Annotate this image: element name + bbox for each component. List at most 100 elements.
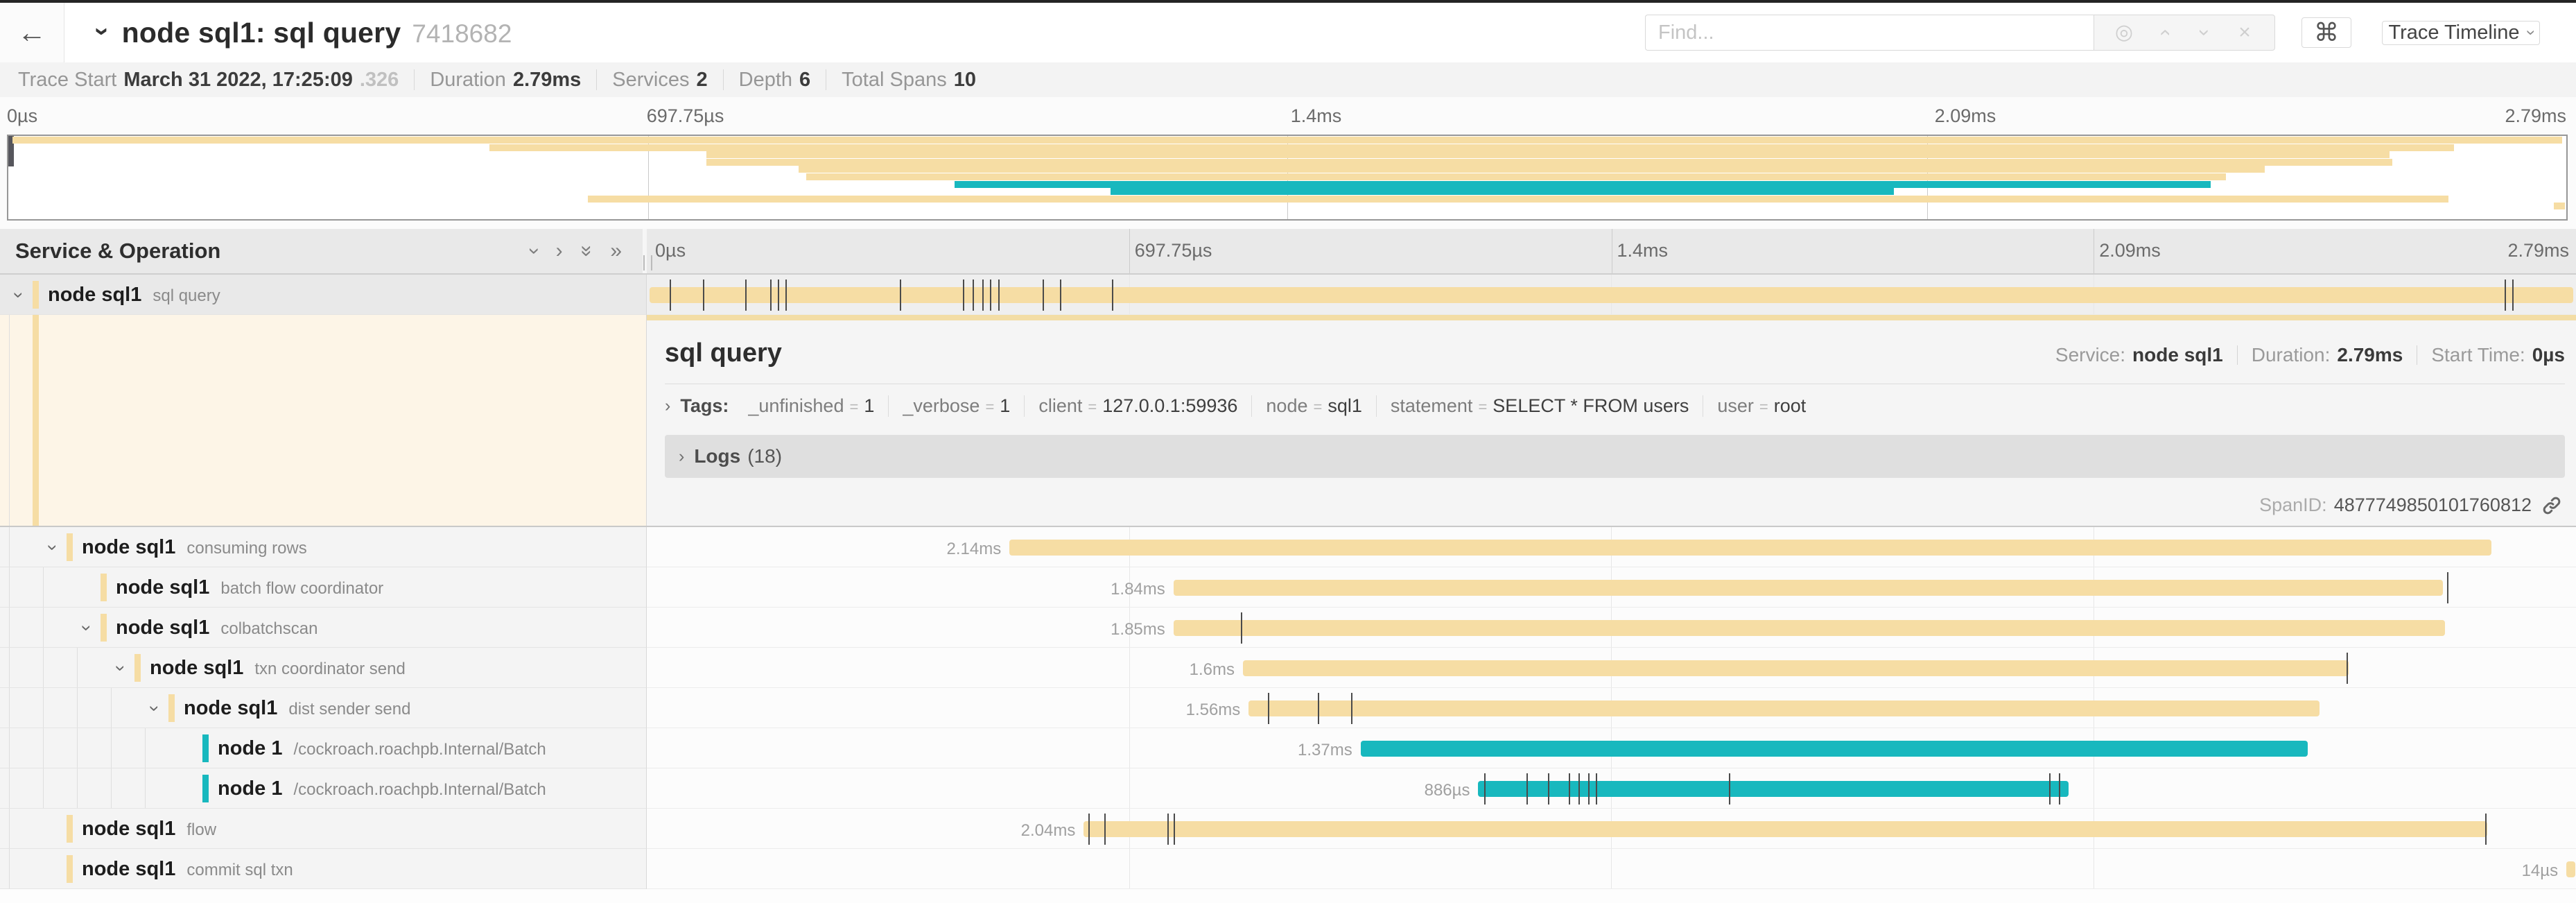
span-log-tick[interactable] (670, 280, 671, 311)
span-name-cell[interactable]: ›node sql1sql query (0, 275, 647, 315)
span-log-tick[interactable] (973, 280, 974, 311)
find-input[interactable] (1645, 15, 2094, 51)
collapse-trace-chevron-icon[interactable]: › (87, 27, 117, 36)
span-duration-label: 2.14ms (947, 540, 1002, 559)
span-log-tick[interactable] (745, 280, 747, 311)
span-timeline-cell[interactable]: 14µs (647, 849, 2576, 889)
span-log-tick[interactable] (1060, 280, 1061, 311)
span-timeline-cell[interactable]: 1.56ms (647, 688, 2576, 728)
span-name-cell[interactable]: ›node sql1colbatchscan (0, 608, 647, 648)
span-log-tick[interactable] (1088, 814, 1090, 845)
tags-expand-chevron-icon[interactable]: › (665, 396, 670, 416)
expand-one-icon[interactable]: › (556, 241, 563, 261)
span-log-tick[interactable] (2512, 280, 2514, 311)
span-duration-bar[interactable] (1478, 781, 2069, 797)
span-expand-chevron-icon[interactable]: › (144, 702, 166, 716)
trace-timeline-dropdown[interactable]: Trace Timeline › (2382, 21, 2540, 45)
logs-expand-chevron-icon[interactable]: › (679, 447, 684, 467)
span-log-tick[interactable] (1043, 280, 1044, 311)
trace-title-group[interactable]: › node sql1: sql query 7418682 (98, 17, 1645, 49)
span-name-cell[interactable]: ›node sql1consuming rows (0, 527, 647, 567)
span-timeline-cell[interactable]: 2.04ms (647, 809, 2576, 849)
span-expand-chevron-icon[interactable]: › (42, 541, 64, 555)
span-log-tick[interactable] (1112, 280, 1113, 311)
span-name-cell[interactable]: ›node sql1dist sender send (0, 688, 647, 728)
span-duration-bar[interactable] (1243, 660, 2349, 676)
minimap-canvas[interactable] (7, 135, 2568, 221)
span-log-tick[interactable] (900, 280, 901, 311)
span-log-tick[interactable] (2049, 773, 2051, 805)
span-log-tick[interactable] (778, 280, 779, 311)
span-timeline-cell[interactable]: 1.37ms (647, 728, 2576, 768)
span-log-tick[interactable] (2505, 280, 2506, 311)
span-timeline-cell[interactable]: 1.85ms (647, 608, 2576, 648)
span-log-tick[interactable] (1351, 693, 1352, 724)
span-log-tick[interactable] (1578, 773, 1580, 805)
back-arrow-icon[interactable]: ← (17, 18, 46, 47)
span-duration-bar[interactable] (1084, 821, 2487, 837)
tag-value: sql1 (1328, 395, 1362, 417)
span-duration-bar[interactable] (1248, 700, 2320, 716)
find-prev-icon[interactable]: › (2154, 12, 2175, 53)
span-duration-bar[interactable] (2566, 861, 2575, 877)
collapse-all-icon[interactable]: » (576, 246, 597, 257)
span-log-tick[interactable] (1241, 612, 1242, 644)
span-name-cell[interactable]: node 1/cockroach.roachpb.Internal/Batch (0, 728, 647, 768)
span-log-tick[interactable] (963, 280, 964, 311)
span-log-tick[interactable] (1548, 773, 1549, 805)
span-timeline-cell[interactable]: 1.6ms (647, 648, 2576, 688)
span-duration-bar[interactable] (1174, 620, 2445, 636)
span-duration-label: 1.6ms (1190, 660, 1235, 680)
span-log-tick[interactable] (1484, 773, 1486, 805)
span-log-tick[interactable] (1729, 773, 1730, 805)
span-log-tick[interactable] (1167, 814, 1169, 845)
span-log-tick[interactable] (1318, 693, 1319, 724)
span-timeline-cell[interactable]: 1.84ms (647, 567, 2576, 608)
span-log-tick[interactable] (1526, 773, 1528, 805)
span-duration-bar[interactable] (650, 287, 2573, 303)
span-name-cell[interactable]: node sql1commit sql txn (0, 849, 647, 889)
span-timeline-cell[interactable] (647, 275, 2576, 315)
span-timeline-cell[interactable]: 2.14ms (647, 527, 2576, 567)
span-name-cell[interactable]: node sql1batch flow coordinator (0, 567, 647, 608)
span-name-cell[interactable]: ›node sql1txn coordinator send (0, 648, 647, 688)
copy-link-icon[interactable] (2541, 495, 2562, 516)
span-log-tick[interactable] (990, 280, 991, 311)
span-log-tick[interactable] (2347, 653, 2348, 684)
expand-all-icon[interactable]: » (610, 241, 622, 261)
span-log-tick[interactable] (1588, 773, 1590, 805)
span-expand-chevron-icon[interactable]: › (110, 662, 132, 676)
back-button[interactable]: ← (0, 3, 64, 62)
span-log-tick[interactable] (998, 280, 1000, 311)
keyboard-shortcuts-button[interactable]: ⌘ (2301, 17, 2351, 48)
span-log-tick[interactable] (770, 280, 772, 311)
find-next-icon[interactable]: › (2194, 12, 2215, 53)
span-log-tick[interactable] (2447, 572, 2448, 603)
span-log-tick[interactable] (703, 280, 704, 311)
span-log-tick[interactable] (2485, 814, 2487, 845)
span-expand-chevron-icon[interactable]: › (76, 621, 98, 635)
span-log-tick[interactable] (2059, 773, 2060, 805)
span-duration-bar[interactable] (1174, 580, 2443, 596)
find-match-icon[interactable]: ◎ (2104, 22, 2144, 43)
service-color-bar (168, 694, 175, 722)
depth-label: Depth (739, 69, 792, 92)
span-name-cell[interactable]: node 1/cockroach.roachpb.Internal/Batch (0, 768, 647, 809)
find-clear-icon[interactable]: × (2225, 22, 2265, 43)
tags-row[interactable]: › Tags: _unfinished=1_verbose=1client=12… (665, 395, 2565, 417)
minimap-tick-labels: 0µs 697.75µs 1.4ms 2.09ms 2.79ms (0, 105, 2576, 129)
span-log-tick[interactable] (785, 280, 787, 311)
span-log-tick[interactable] (1268, 693, 1269, 724)
collapse-one-icon[interactable]: › (524, 248, 545, 255)
span-log-tick[interactable] (1174, 814, 1175, 845)
logs-row[interactable]: › Logs (18) (665, 435, 2565, 478)
span-log-tick[interactable] (1569, 773, 1570, 805)
span-expand-chevron-icon[interactable]: › (8, 289, 30, 302)
span-log-tick[interactable] (1104, 814, 1106, 845)
span-log-tick[interactable] (982, 280, 984, 311)
span-log-tick[interactable] (1596, 773, 1597, 805)
span-name-cell[interactable]: node sql1flow (0, 809, 647, 849)
span-duration-bar[interactable] (1361, 741, 2308, 757)
span-duration-bar[interactable] (1009, 540, 2491, 556)
span-timeline-cell[interactable]: 886µs (647, 768, 2576, 809)
